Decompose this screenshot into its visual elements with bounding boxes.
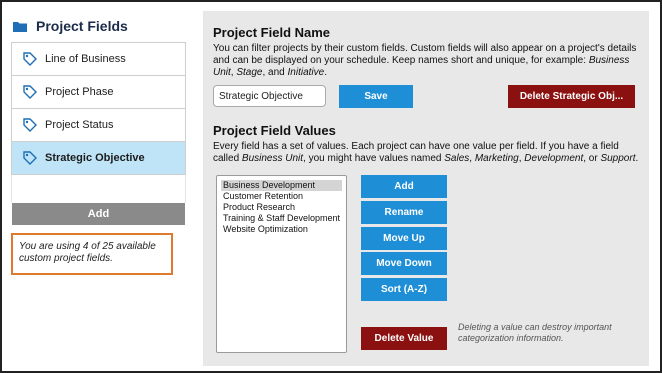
delete-hint: Deleting a value can destroy important c… (458, 322, 612, 343)
usage-notice: You are using 4 of 25 available custom p… (11, 233, 173, 275)
field-name-description: You can filter projects by their custom … (213, 43, 641, 79)
sidebar-item-label: Project Phase (45, 86, 114, 98)
move-up-button[interactable]: Move Up (361, 227, 447, 250)
example-text: Initiative (287, 67, 325, 78)
field-values-description: Every field has a set of values. Each pr… (213, 141, 641, 165)
field-name-heading: Project Field Name (213, 25, 331, 40)
delete-value-button[interactable]: Delete Value (361, 327, 447, 350)
rename-value-button[interactable]: Rename (361, 201, 447, 224)
field-values-heading: Project Field Values (213, 123, 336, 138)
example-text: Marketing (474, 153, 519, 164)
field-list: Line of Business Project Phase Project S… (11, 42, 186, 175)
tag-icon (23, 85, 37, 99)
list-item[interactable]: Business Development (221, 180, 342, 191)
sidebar-item-label: Line of Business (45, 53, 126, 65)
tag-icon (23, 118, 37, 132)
sidebar-item-project-phase[interactable]: Project Phase (11, 76, 186, 109)
list-item[interactable]: Product Research (221, 202, 342, 213)
sidebar-header: Project Fields (11, 10, 186, 42)
add-field-button[interactable]: Add (12, 203, 185, 225)
example-text: Business Unit (241, 153, 304, 164)
desc-text: , or (583, 153, 601, 164)
folder-icon (13, 21, 27, 32)
example-text: Development (524, 153, 584, 164)
field-name-input[interactable] (213, 85, 326, 107)
sidebar-item-line-of-business[interactable]: Line of Business (11, 43, 186, 76)
example-text: Stage (236, 67, 263, 78)
sidebar-spacer (11, 175, 186, 203)
values-listbox[interactable]: Business Development Customer Retention … (216, 175, 347, 353)
tag-icon (23, 52, 37, 66)
sidebar-title: Project Fields (36, 18, 128, 34)
sidebar-item-label: Strategic Objective (45, 152, 145, 164)
sort-button[interactable]: Sort (A-Z) (361, 278, 447, 301)
desc-text: . (324, 67, 327, 78)
save-button[interactable]: Save (339, 85, 413, 108)
desc-text: You can filter projects by their custom … (213, 43, 637, 66)
desc-text: . (635, 153, 639, 164)
window-frame: Project Fields Line of Business Project … (0, 0, 662, 373)
sidebar-item-label: Project Status (45, 119, 114, 131)
sidebar-item-strategic-objective[interactable]: Strategic Objective (11, 142, 186, 175)
delete-field-button[interactable]: Delete Strategic Obj... (508, 85, 635, 108)
example-text: Support (600, 153, 636, 164)
example-text: Sales (444, 153, 470, 164)
desc-text: , you might have values named (303, 153, 445, 164)
list-item[interactable]: Training & Staff Development (221, 213, 342, 224)
list-item[interactable]: Customer Retention (221, 191, 342, 202)
add-value-button[interactable]: Add (361, 175, 447, 198)
list-item[interactable]: Website Optimization (221, 224, 342, 235)
move-down-button[interactable]: Move Down (361, 252, 447, 275)
field-editor-panel: Project Field Name You can filter projec… (203, 11, 649, 366)
tag-icon (23, 151, 37, 165)
sidebar-item-project-status[interactable]: Project Status (11, 109, 186, 142)
desc-text: , and (262, 67, 288, 78)
